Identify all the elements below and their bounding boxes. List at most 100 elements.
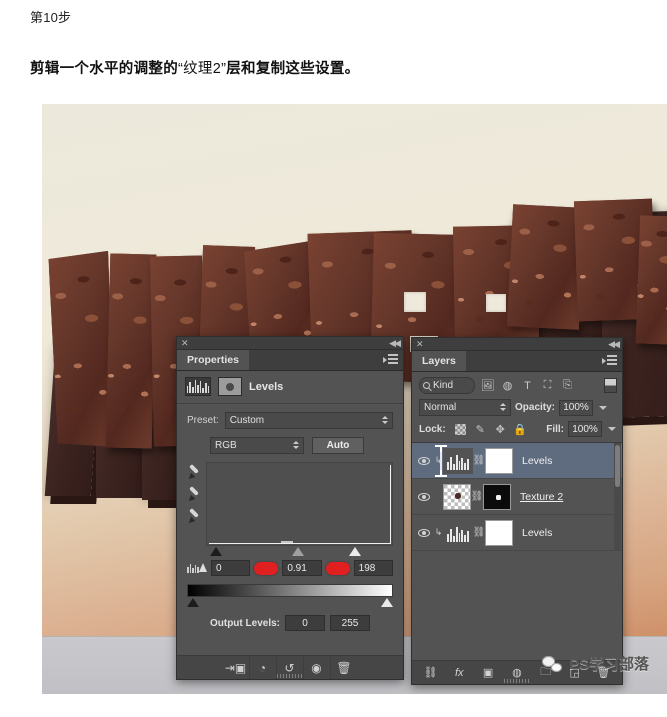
view-previous-state-icon[interactable]: ◔ bbox=[250, 656, 277, 679]
tab-properties[interactable]: Properties bbox=[177, 350, 249, 370]
input-shadow-field[interactable]: 0 bbox=[211, 560, 251, 576]
layer-visibility-icon[interactable] bbox=[414, 492, 434, 501]
auto-button[interactable]: Auto bbox=[312, 437, 364, 454]
layer-visibility-icon[interactable] bbox=[414, 456, 434, 465]
channel-select[interactable]: RGB bbox=[210, 437, 304, 454]
letter-counter-hole bbox=[404, 292, 426, 312]
blend-mode-select[interactable]: Normal bbox=[419, 399, 511, 416]
input-gamma-field[interactable]: 0.91 bbox=[282, 560, 322, 576]
link-mask-icon[interactable]: ⛓ bbox=[471, 491, 484, 502]
layer-mask-thumbnail[interactable] bbox=[485, 519, 513, 546]
output-white-field[interactable]: 255 bbox=[330, 615, 370, 631]
layers-panel[interactable]: ✕ ◀◀ Layers Kind 🖼 ◍ T ⛶ ⎘ Normal Opacit… bbox=[411, 337, 623, 685]
input-black-slider[interactable] bbox=[210, 547, 222, 556]
link-mask-icon[interactable]: ⛓ bbox=[473, 455, 486, 466]
panel-menu-icon[interactable] bbox=[602, 355, 617, 367]
fill-field[interactable]: 100% bbox=[568, 421, 602, 437]
filter-pixel-icon[interactable]: 🖼 bbox=[480, 378, 495, 393]
output-black-field[interactable]: 0 bbox=[285, 615, 325, 631]
tab-properties-label: Properties bbox=[187, 354, 239, 366]
filter-type-icon[interactable]: T bbox=[520, 378, 535, 393]
chevron-down-icon[interactable] bbox=[599, 405, 608, 410]
layer-mask-thumbnail[interactable] bbox=[485, 447, 513, 474]
annotation-marker-1 bbox=[254, 561, 279, 575]
properties-tab-row: Properties bbox=[177, 350, 403, 371]
properties-panel-titlebar: ✕ ◀◀ bbox=[177, 337, 403, 350]
input-highlight-field[interactable]: 198 bbox=[353, 560, 393, 576]
link-mask-icon[interactable]: ⛓ bbox=[473, 527, 486, 538]
link-layers-icon[interactable]: ⛓ bbox=[420, 663, 440, 683]
filter-shape-icon[interactable]: ⛶ bbox=[540, 378, 555, 393]
output-white-value: 255 bbox=[341, 617, 359, 629]
input-white-slider[interactable] bbox=[349, 547, 362, 556]
filter-toggle-switch[interactable] bbox=[604, 378, 617, 393]
scrollbar-thumb[interactable] bbox=[615, 445, 620, 487]
filter-kind-select[interactable]: Kind bbox=[419, 377, 475, 394]
lock-position-icon[interactable]: ✥ bbox=[494, 423, 507, 436]
clip-to-layer-icon[interactable]: ⇥▣ bbox=[223, 656, 250, 679]
layer-mask-icon[interactable] bbox=[218, 377, 242, 396]
preset-label: Preset: bbox=[187, 415, 219, 426]
output-levels-sliders[interactable] bbox=[187, 598, 393, 609]
histogram-right-edge bbox=[389, 465, 391, 544]
auto-button-label: Auto bbox=[326, 440, 350, 451]
collapse-icon[interactable]: ◀◀ bbox=[389, 337, 401, 350]
collapse-icon[interactable]: ◀◀ bbox=[608, 338, 620, 351]
layer-style-fx-icon[interactable]: fx bbox=[449, 663, 469, 683]
opacity-label: Opacity: bbox=[515, 402, 556, 413]
set-gray-point-eyedropper-icon[interactable] bbox=[186, 486, 202, 504]
close-icon[interactable]: ✕ bbox=[416, 338, 424, 351]
add-layer-mask-icon[interactable]: ▣ bbox=[478, 663, 498, 683]
filter-adjustment-icon[interactable]: ◍ bbox=[500, 378, 515, 393]
close-icon[interactable]: ✕ bbox=[181, 337, 189, 350]
properties-panel[interactable]: ✕ ◀◀ Properties Levels Preset: Custom RG… bbox=[176, 336, 404, 680]
panel-resize-grip[interactable] bbox=[504, 679, 530, 683]
set-black-point-eyedropper-icon[interactable] bbox=[186, 464, 202, 482]
opacity-field[interactable]: 100% bbox=[559, 399, 594, 416]
tab-layers[interactable]: Layers bbox=[412, 351, 466, 371]
channel-value: RGB bbox=[215, 440, 237, 451]
watermark-text: PS学习部落 bbox=[568, 656, 649, 673]
toggle-visibility-icon[interactable]: ◉ bbox=[304, 656, 331, 679]
levels-histogram-icon bbox=[185, 377, 211, 396]
output-levels-label: Output Levels: bbox=[209, 617, 280, 629]
layer-name: Levels bbox=[522, 454, 553, 467]
output-black-slider[interactable] bbox=[187, 598, 199, 607]
layers-panel-titlebar: ✕ ◀◀ bbox=[412, 338, 622, 351]
chevron-updown-icon bbox=[293, 441, 299, 449]
layer-thumbnail[interactable] bbox=[443, 483, 471, 510]
lock-image-pixels-icon[interactable]: ✎ bbox=[474, 423, 487, 436]
adjustment-thumbnail[interactable] bbox=[434, 444, 473, 477]
panel-resize-grip[interactable] bbox=[277, 674, 303, 678]
layer-row-levels-top[interactable]: ↳ ⛓ Levels bbox=[412, 443, 622, 479]
layer-list-scrollbar[interactable] bbox=[614, 443, 621, 551]
output-white-slider[interactable] bbox=[381, 598, 393, 607]
letter-counter-hole bbox=[486, 294, 506, 312]
lock-row: Lock: ✎ ✥ 🔒 Fill: 100% bbox=[412, 421, 622, 442]
layer-row-levels-bottom[interactable]: ↳ ⛓ Levels bbox=[412, 515, 622, 551]
step-description-part1: 剪辑一个水平的调整的 bbox=[30, 61, 178, 77]
preset-select[interactable]: Custom bbox=[224, 412, 393, 429]
set-white-point-eyedropper-icon[interactable] bbox=[186, 508, 202, 526]
chocolate-letter-slab bbox=[105, 253, 157, 449]
tab-layers-label: Layers bbox=[422, 355, 456, 367]
adjustment-thumbnail[interactable] bbox=[443, 519, 473, 546]
output-levels-row: Output Levels: 0 255 bbox=[177, 615, 403, 631]
clipping-mask-indicator-icon: ↳ bbox=[434, 527, 443, 537]
input-gamma-slider[interactable] bbox=[292, 547, 305, 556]
chevron-down-icon[interactable] bbox=[608, 427, 616, 431]
layer-list: ↳ ⛓ Levels ⛓ Texture 2 ↳ ⛓ Levels bbox=[412, 442, 622, 551]
delete-icon[interactable]: 🗑 bbox=[331, 657, 358, 679]
layer-mask-thumbnail[interactable] bbox=[483, 483, 511, 510]
filter-smartobject-icon[interactable]: ⎘ bbox=[560, 378, 575, 393]
panel-menu-icon[interactable] bbox=[383, 354, 398, 366]
input-levels-sliders[interactable] bbox=[210, 547, 393, 558]
chevron-updown-icon bbox=[500, 403, 506, 411]
lock-icon-group: ✎ ✥ 🔒 bbox=[454, 423, 527, 436]
watermark: PS学习部落 bbox=[541, 653, 649, 674]
lock-all-icon[interactable]: 🔒 bbox=[513, 423, 527, 436]
histogram-display[interactable] bbox=[206, 462, 393, 546]
layer-row-texture-2[interactable]: ⛓ Texture 2 bbox=[412, 479, 622, 515]
lock-transparent-pixels-icon[interactable] bbox=[454, 423, 467, 436]
layer-visibility-icon[interactable] bbox=[414, 528, 434, 537]
